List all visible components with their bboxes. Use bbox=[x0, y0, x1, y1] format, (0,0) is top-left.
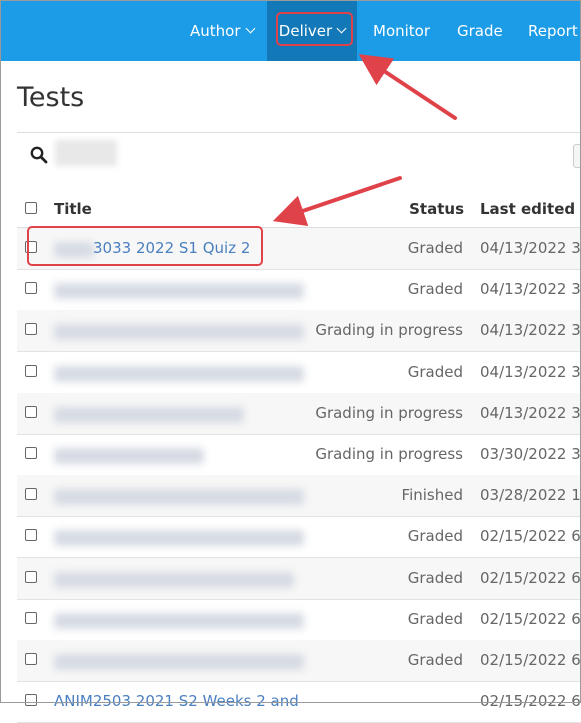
row-checkbox[interactable] bbox=[25, 405, 37, 418]
filter-button[interactable] bbox=[573, 144, 581, 168]
last-edited-text: 02/15/2022 6: bbox=[480, 527, 581, 546]
table-row[interactable]: Graded 02/15/2022 6: bbox=[17, 640, 581, 682]
nav-grade[interactable]: Grade bbox=[457, 0, 503, 61]
table-row[interactable]: Finished 03/28/2022 1( bbox=[17, 475, 581, 518]
header-title[interactable]: Title bbox=[54, 200, 92, 218]
status-text: Graded bbox=[407, 651, 463, 669]
last-edited-text: 02/15/2022 6: bbox=[480, 568, 581, 587]
redacted-title[interactable] bbox=[54, 324, 304, 341]
nav-report-label: Report bbox=[528, 21, 578, 40]
last-edited-text: 03/30/2022 3: bbox=[480, 445, 581, 463]
row-checkbox[interactable] bbox=[25, 447, 37, 459]
table-row[interactable]: Grading in progress 04/13/2022 3: bbox=[17, 310, 581, 353]
table-row[interactable]: Grading in progress 04/13/2022 3: bbox=[17, 392, 581, 435]
redacted-title[interactable] bbox=[54, 448, 204, 464]
table-row[interactable]: Graded 02/15/2022 6: bbox=[17, 599, 581, 641]
table-row[interactable]: Graded 02/15/2022 6: bbox=[17, 557, 581, 600]
table-row[interactable]: Graded 02/15/2022 6: bbox=[17, 516, 581, 559]
status-text: Graded bbox=[407, 280, 463, 299]
row-checkbox[interactable] bbox=[25, 488, 37, 501]
redacted-title[interactable] bbox=[54, 283, 304, 300]
row-checkbox[interactable] bbox=[25, 570, 37, 583]
redacted-title[interactable] bbox=[54, 654, 304, 670]
table-row[interactable]: Grading in progress 03/30/2022 3: bbox=[17, 434, 581, 476]
search-input[interactable] bbox=[55, 140, 117, 166]
last-edited-text: 04/13/2022 3: bbox=[480, 280, 581, 299]
table-header: Title Status Last edited bbox=[17, 190, 581, 228]
nav-report[interactable]: Report bbox=[528, 0, 578, 61]
select-all-checkbox[interactable] bbox=[25, 202, 37, 214]
row-checkbox[interactable] bbox=[25, 364, 37, 377]
row-checkbox[interactable] bbox=[25, 694, 37, 707]
table-row[interactable]: Graded 04/13/2022 3: bbox=[17, 352, 581, 394]
row-checkbox[interactable] bbox=[25, 653, 37, 665]
last-edited-text: 04/13/2022 3: bbox=[480, 321, 581, 340]
last-edited-text: 02/15/2022 6: bbox=[480, 651, 581, 669]
row-checkbox[interactable] bbox=[25, 611, 37, 624]
nav-deliver-label: Deliver bbox=[278, 21, 333, 40]
last-edited-text: 04/13/2022 3: bbox=[480, 239, 581, 257]
nav-grade-label: Grade bbox=[457, 21, 503, 40]
nav-author[interactable]: Author bbox=[190, 0, 255, 61]
redacted-title[interactable] bbox=[54, 612, 304, 629]
status-text: Grading in progress bbox=[315, 403, 463, 422]
table-row[interactable]: 3033 2022 S1 Quiz 2 Graded 04/13/2022 3: bbox=[17, 228, 581, 270]
redacted-title[interactable] bbox=[54, 365, 304, 382]
row-checkbox[interactable] bbox=[25, 529, 37, 542]
redacted-title[interactable] bbox=[54, 530, 304, 547]
divider bbox=[17, 132, 581, 133]
nav-deliver[interactable]: Deliver bbox=[267, 0, 357, 61]
last-edited-text: 02/15/2022 6: bbox=[480, 609, 581, 628]
status-text: Graded bbox=[407, 239, 463, 257]
status-text: Graded bbox=[407, 362, 463, 381]
status-text: Finished bbox=[401, 486, 463, 505]
redacted-title[interactable] bbox=[54, 406, 244, 423]
page-title: Tests bbox=[17, 82, 85, 113]
chevron-down-icon bbox=[336, 23, 347, 34]
last-edited-text: 04/13/2022 3: bbox=[480, 403, 581, 422]
test-title-link[interactable]: ANIM2503 2021 S2 Weeks 2 and bbox=[54, 692, 299, 710]
arrow-to-deliver bbox=[358, 54, 457, 120]
test-title-link[interactable]: 3033 2022 S1 Quiz 2 bbox=[93, 239, 250, 257]
redacted-title bbox=[54, 242, 94, 258]
top-nav-bar: Author Deliver Monitor Grade Report bbox=[0, 0, 581, 61]
status-text: Grading in progress bbox=[315, 321, 463, 340]
status-text: Grading in progress bbox=[315, 445, 463, 463]
chevron-down-icon bbox=[245, 23, 255, 34]
redacted-title[interactable] bbox=[54, 489, 304, 506]
header-last-edited[interactable]: Last edited bbox=[480, 200, 575, 218]
table-row[interactable]: ANIM2503 2021 S2 Weeks 2 and 02/15/2022 6… bbox=[17, 681, 581, 723]
status-text: Graded bbox=[407, 568, 463, 587]
last-edited-text: 03/28/2022 1( bbox=[480, 486, 581, 505]
redacted-title[interactable] bbox=[54, 571, 294, 588]
status-text: Graded bbox=[407, 609, 463, 628]
nav-author-label: Author bbox=[190, 21, 241, 40]
nav-monitor-label: Monitor bbox=[373, 21, 431, 40]
status-text: Graded bbox=[407, 527, 463, 546]
last-edited-text: 04/13/2022 3: bbox=[480, 362, 581, 381]
search-icon[interactable] bbox=[30, 146, 48, 164]
row-checkbox[interactable] bbox=[25, 241, 37, 253]
nav-monitor[interactable]: Monitor bbox=[373, 0, 430, 61]
row-checkbox[interactable] bbox=[25, 282, 37, 295]
header-status[interactable]: Status bbox=[409, 200, 464, 218]
last-edited-text: 02/15/2022 6: bbox=[480, 692, 581, 711]
table-row[interactable]: Graded 04/13/2022 3: bbox=[17, 269, 581, 312]
row-checkbox[interactable] bbox=[25, 323, 37, 336]
